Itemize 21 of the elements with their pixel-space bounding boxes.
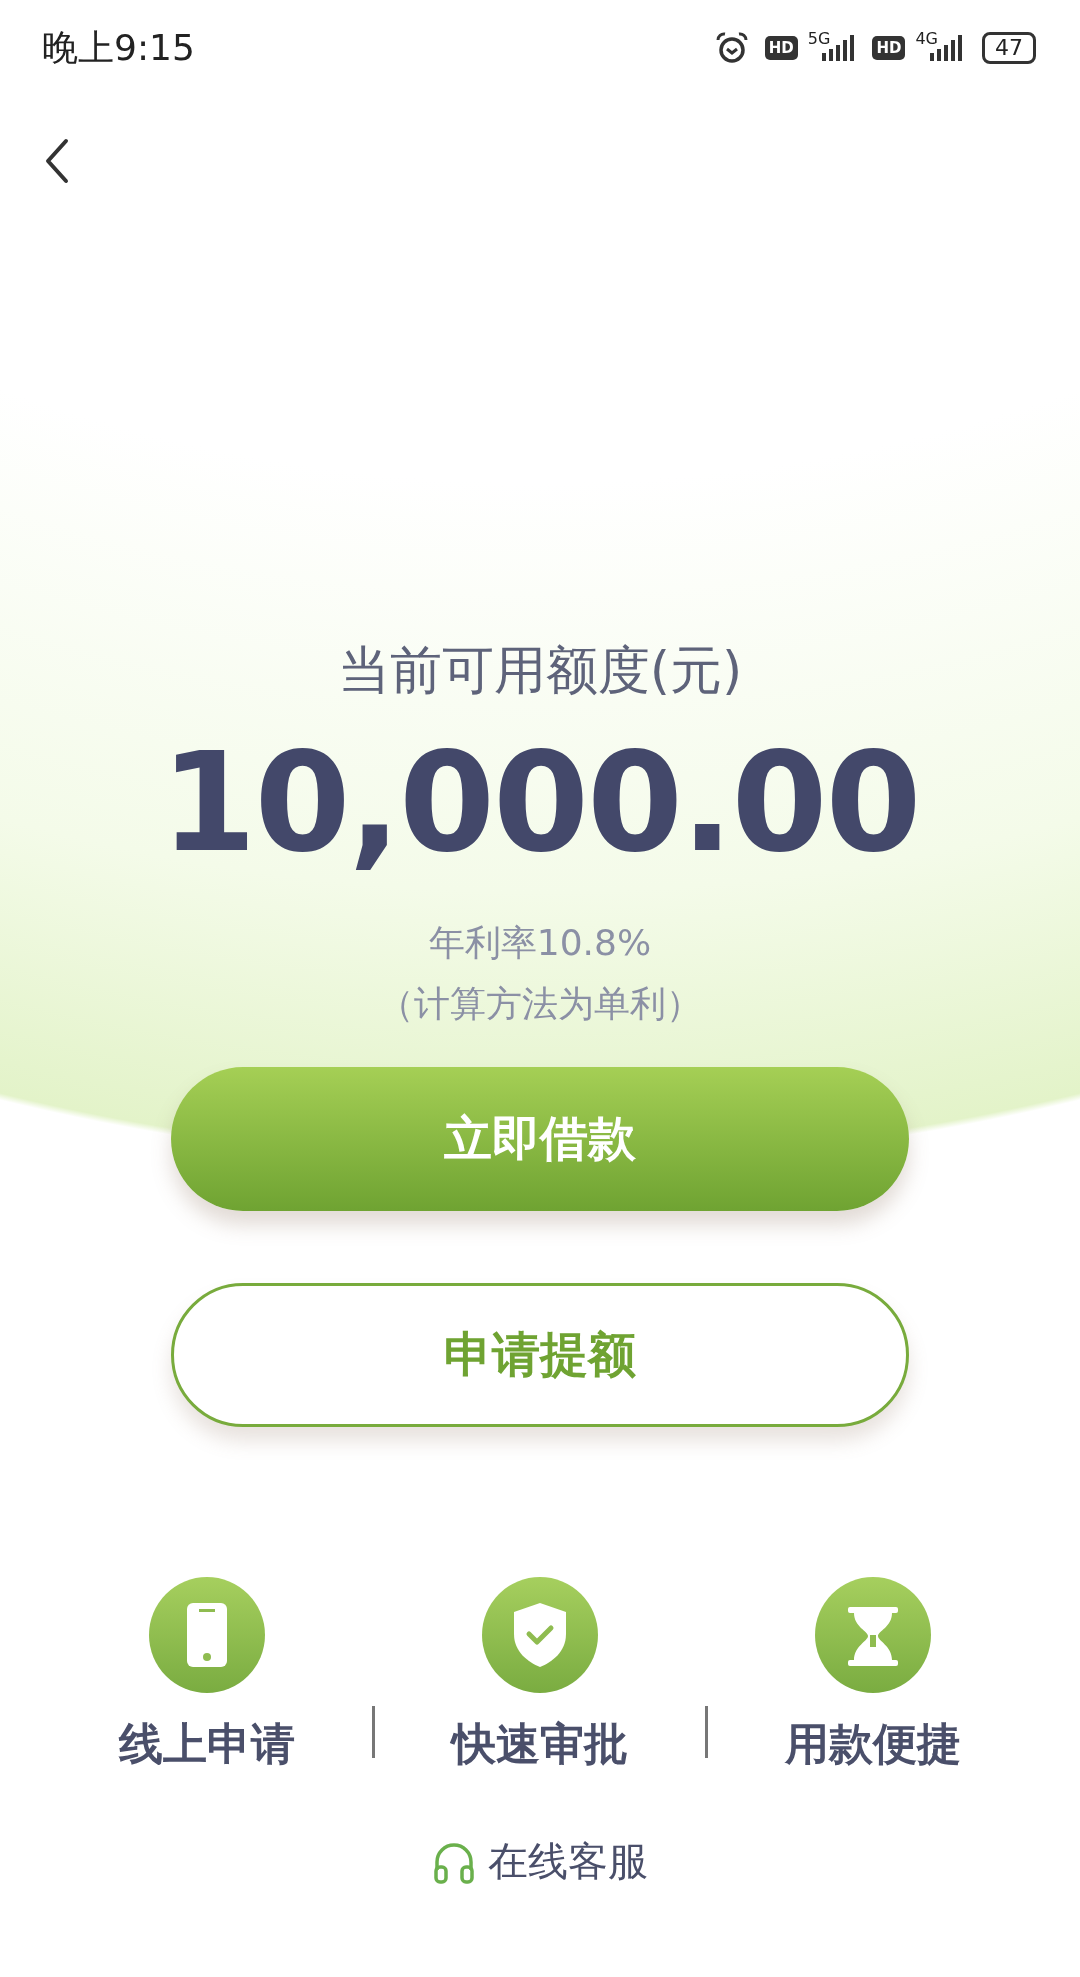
network-type: 5G [807,29,831,48]
borrow-button[interactable]: 立即借款 [171,1067,909,1211]
status-time: 晚上9:15 [42,25,195,70]
alarm-icon [714,31,749,65]
feature-label: 快速审批 [452,1717,628,1771]
battery-level: 47 [982,32,1036,64]
interest-note: （计算方法为单利） [378,982,702,1026]
hd-badge: HD [764,36,798,60]
hourglass-icon [815,1577,931,1693]
customer-service-link[interactable]: 在线客服 [488,1834,648,1889]
credit-amount: 10,000.00 [160,722,920,883]
feature-label: 线上申请 [119,1717,295,1771]
hd-badge: HD [872,36,906,60]
network-type: 4G [915,29,938,48]
feature-label: 用款便捷 [785,1717,961,1771]
credit-label: 当前可用额度(元) [337,639,743,702]
back-icon[interactable] [44,138,70,184]
phone-icon [149,1577,265,1693]
increase-limit-button[interactable]: 申请提额 [171,1283,909,1427]
interest-rate: 年利率10.8% [428,921,652,965]
shield-check-icon [482,1577,598,1693]
